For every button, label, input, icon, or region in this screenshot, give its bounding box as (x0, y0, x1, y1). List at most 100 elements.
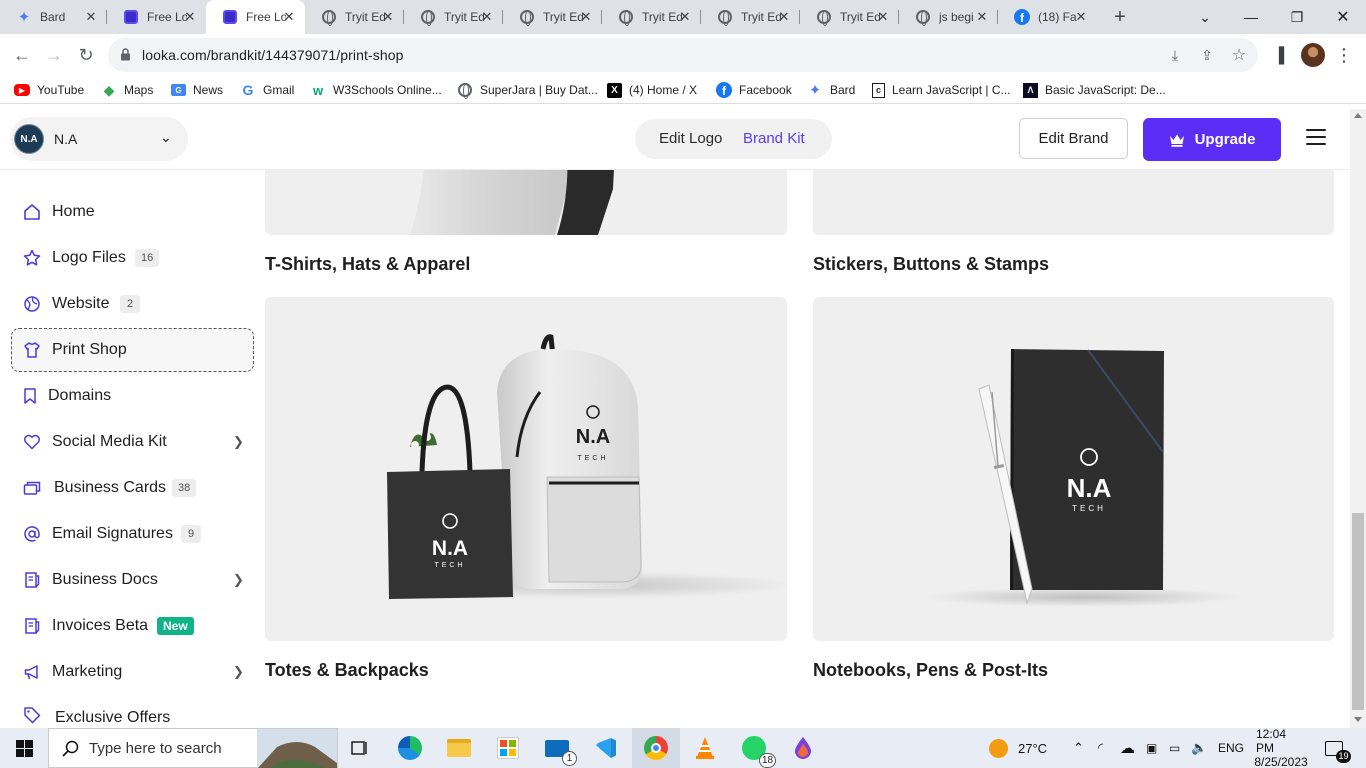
sidebar-item-invoices[interactable]: Invoices Beta New (11, 604, 254, 648)
bookmark-basic-javascript[interactable]: Λ Basic JavaScript: De... (1023, 81, 1166, 99)
sidebar-item-website[interactable]: Website 2 (11, 282, 254, 326)
browser-tab[interactable]: Tryit Ed ✕ (602, 0, 701, 34)
close-tab-icon[interactable]: ✕ (974, 9, 990, 25)
bookmark-facebook[interactable]: f Facebook (716, 81, 792, 99)
language-indicator[interactable]: ENG (1218, 728, 1244, 768)
product-title[interactable]: Totes & Backpacks (265, 660, 429, 681)
tab-search-icon[interactable]: ⌄ (1182, 0, 1228, 34)
close-tab-icon[interactable]: ✕ (677, 9, 693, 25)
browser-tab[interactable]: js begi ✕ (899, 0, 998, 34)
bookmark-w3schools[interactable]: w W3Schools Online... (310, 81, 442, 99)
close-tab-icon[interactable]: ✕ (281, 9, 297, 25)
browser-tab[interactable]: Tryit Ed ✕ (503, 0, 602, 34)
product-title[interactable]: Stickers, Buttons & Stamps (813, 254, 1049, 275)
upgrade-button[interactable]: Upgrade (1143, 118, 1281, 161)
browser-tab[interactable]: Free Lo ✕ (107, 0, 206, 34)
reload-icon[interactable]: ↻ (75, 44, 97, 66)
weather-widget[interactable]: 27°C (989, 728, 1047, 768)
product-title[interactable]: Notebooks, Pens & Post-Its (813, 660, 1048, 681)
forward-icon[interactable]: → (43, 44, 65, 66)
close-tab-icon[interactable]: ✕ (1073, 9, 1089, 25)
clock[interactable]: 12:04 PM 8/25/2023 (1254, 727, 1307, 768)
device-icon[interactable]: ▣ (1146, 728, 1157, 768)
install-icon[interactable]: ⤓ (1167, 47, 1183, 63)
sidebar-item-email-signatures[interactable]: Email Signatures 9 (11, 512, 254, 556)
bookmark-learn-javascript[interactable]: c Learn JavaScript | C... (872, 81, 1011, 99)
brand-selector[interactable]: N.A N.A ⌄ (10, 117, 188, 161)
sidebar-item-home[interactable]: Home (11, 190, 254, 234)
close-tab-icon[interactable]: ✕ (83, 9, 99, 25)
vlc-icon[interactable] (691, 734, 719, 762)
tab-edit-logo[interactable]: Edit Logo (659, 130, 722, 147)
notification-center-icon[interactable]: 19 (1325, 728, 1351, 768)
bookmark-gmail[interactable]: G Gmail (240, 81, 295, 99)
bookmark-star-icon[interactable]: ☆ (1231, 47, 1247, 64)
sidebar-item-exclusive-offers[interactable]: Exclusive Offers (11, 696, 254, 728)
bookmark-bard[interactable]: ✦ Bard (807, 81, 856, 99)
browser-tab-active[interactable]: Free Lo ✕ (206, 0, 305, 34)
sidebar-item-business-cards[interactable]: Business Cards 38 (11, 466, 254, 510)
cloud-icon[interactable]: ☁ (1120, 728, 1135, 768)
paint-drop-icon[interactable] (789, 734, 817, 762)
sidebar-item-marketing[interactable]: Marketing ❯ (11, 650, 254, 694)
sidebar-item-print-shop[interactable]: Print Shop (11, 328, 254, 372)
product-title[interactable]: T-Shirts, Hats & Apparel (265, 254, 470, 275)
side-panel-icon[interactable]: ▐ (1268, 44, 1290, 66)
file-explorer-icon[interactable] (445, 734, 473, 762)
close-window-button[interactable]: ✕ (1320, 0, 1366, 34)
close-tab-icon[interactable]: ✕ (776, 9, 792, 25)
sidebar-item-domains[interactable]: Domains (11, 374, 254, 418)
bookmark-maps[interactable]: ◆ Maps (101, 81, 154, 99)
lock-icon[interactable] (120, 48, 131, 61)
profile-avatar[interactable] (1301, 43, 1325, 67)
browser-tab[interactable]: Tryit Ed ✕ (404, 0, 503, 34)
battery-icon[interactable]: ▭ (1169, 728, 1180, 768)
url-text[interactable]: looka.com/brandkit/144379071/print-shop (142, 47, 404, 63)
wifi-icon[interactable]: ◜ (1098, 728, 1103, 768)
edge-icon[interactable] (396, 734, 424, 762)
restore-button[interactable]: ❐ (1274, 0, 1320, 34)
close-tab-icon[interactable]: ✕ (578, 9, 594, 25)
vscode-icon[interactable] (592, 734, 620, 762)
browser-tab[interactable]: Tryit Ed ✕ (305, 0, 404, 34)
back-icon[interactable]: ← (11, 44, 33, 66)
mail-icon[interactable]: 1 (543, 734, 577, 766)
chrome-taskbar-icon[interactable] (632, 728, 680, 768)
edit-brand-button[interactable]: Edit Brand (1019, 118, 1128, 159)
taskbar-search-box[interactable]: Type here to search (48, 728, 338, 768)
windows-start-button[interactable] (0, 728, 48, 768)
close-tab-icon[interactable]: ✕ (380, 9, 396, 25)
tab-brand-kit[interactable]: Brand Kit (743, 130, 805, 147)
minimize-button[interactable]: — (1228, 0, 1274, 34)
bookmark-x[interactable]: X (4) Home / X (607, 81, 697, 99)
sidebar-item-logo-files[interactable]: Logo Files 16 (11, 236, 254, 280)
chevron-up-icon[interactable]: ⌃ (1073, 728, 1084, 768)
browser-tab[interactable]: f (18) Fa ✕ (998, 0, 1097, 34)
scroll-down-icon[interactable] (1354, 717, 1362, 722)
new-tab-button[interactable]: + (1110, 7, 1130, 27)
browser-tab[interactable]: ✦ Bard ✕ (0, 0, 107, 34)
close-tab-icon[interactable]: ✕ (479, 9, 495, 25)
scroll-thumb[interactable] (1352, 513, 1364, 710)
browser-tab[interactable]: Tryit Ed ✕ (701, 0, 800, 34)
address-bar[interactable]: looka.com/brandkit/144379071/print-shop … (108, 38, 1258, 72)
hamburger-menu-icon[interactable] (1306, 129, 1326, 145)
page-scrollbar[interactable] (1350, 109, 1366, 728)
microsoft-store-icon[interactable] (494, 734, 522, 762)
chrome-menu-icon[interactable]: ⋮ (1333, 44, 1355, 66)
scroll-up-icon[interactable] (1354, 113, 1362, 118)
sidebar-item-social-media-kit[interactable]: Social Media Kit ❯ (11, 420, 254, 464)
whatsapp-icon[interactable]: 18 (740, 734, 776, 768)
close-tab-icon[interactable]: ✕ (875, 9, 891, 25)
product-card-totes[interactable]: N.A TECH N.A TECH (265, 297, 787, 641)
volume-icon[interactable]: 🔈 (1191, 728, 1207, 768)
close-tab-icon[interactable]: ✕ (182, 9, 198, 25)
share-icon[interactable]: ⇪ (1199, 47, 1215, 63)
sidebar-item-business-docs[interactable]: Business Docs ❯ (11, 558, 254, 602)
bookmark-superjara[interactable]: SuperJara | Buy Dat... (457, 81, 598, 99)
bookmark-youtube[interactable]: ▶ YouTube (14, 81, 84, 99)
task-view-icon[interactable] (345, 734, 373, 762)
product-card-notebooks[interactable]: N.A TECH (813, 297, 1334, 641)
browser-tab[interactable]: Tryit Ed ✕ (800, 0, 899, 34)
bookmark-news[interactable]: G News (171, 81, 223, 99)
